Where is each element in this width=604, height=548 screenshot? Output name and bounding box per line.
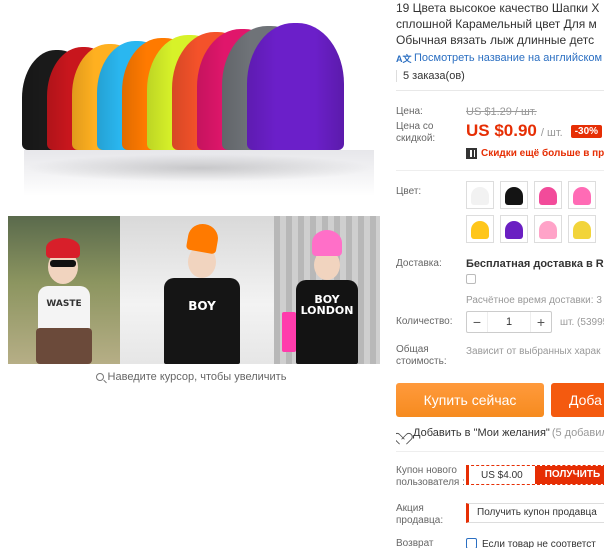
model-photo-2[interactable]: BOY [120, 216, 274, 364]
swatch-hat-image [471, 187, 489, 205]
product-title: 19 Цвета высокое качество Шапки Х сплошн… [396, 0, 604, 48]
swatch-hat-image [573, 221, 591, 239]
more-discounts-text: Скидки ещё больше в при [481, 148, 604, 159]
quantity-row: Количество: − 1 + шт. (53995 [396, 311, 604, 333]
divider [396, 170, 604, 171]
seller-promo-label: Акция продавца: [396, 503, 444, 526]
new-user-coupon-label: Купон нового пользователя : [396, 465, 465, 488]
color-swatch[interactable] [500, 181, 528, 209]
shirt-text: WASTE [46, 299, 82, 309]
pink-bag [282, 312, 296, 352]
delivery-value[interactable]: Бесплатная доставка в Russ [466, 258, 604, 270]
wishlist-label: Добавить в "Мои желания" [413, 427, 550, 439]
model-shirt [164, 278, 240, 364]
translate-label: Посмотреть название на английском [414, 52, 603, 64]
heart-icon [396, 428, 408, 439]
shirt-text: BOY LONDON [300, 293, 354, 317]
get-seller-coupon-button[interactable]: Получить купон продавца [466, 503, 604, 523]
product-gallery: WASTE BOY BOY LONDON Наведите курсор, чт… [0, 0, 382, 548]
swatch-hat-image [471, 221, 489, 239]
discount-price-row: Цена со скидкой: US $0.90/ шт. -30% [396, 121, 603, 145]
new-user-coupon: US $4.00 ПОЛУЧИТЬ [466, 465, 604, 485]
red-beanie [46, 238, 80, 258]
main-product-image[interactable] [14, 6, 374, 196]
magnifier-icon [95, 373, 104, 381]
buy-now-button[interactable]: Купить сейчас [396, 383, 544, 417]
swatch-hat-image [539, 187, 557, 205]
color-swatch[interactable] [466, 215, 494, 243]
swatch-hat-image [505, 221, 523, 239]
delivery-label: Доставка: [396, 258, 442, 269]
color-swatch[interactable] [500, 215, 528, 243]
translate-icon: A文 [396, 54, 412, 64]
color-swatch[interactable] [568, 181, 596, 209]
discount-price-label: Цена со скидкой: [396, 121, 436, 144]
zoom-hint-text: Наведите курсор, чтобы увеличить [107, 371, 287, 383]
wishlist-count: (5 добавили) [551, 427, 604, 439]
more-discounts-link[interactable]: Скидки ещё больше в при [466, 148, 604, 159]
swatch-hat-image [539, 221, 557, 239]
color-swatch[interactable] [466, 181, 494, 209]
add-to-wishlist-link[interactable]: Добавить в "Мои желания" (5 добавили) [396, 427, 604, 439]
stock-count: шт. (53995 [560, 316, 604, 328]
hats-reflection [24, 150, 374, 196]
translate-title-link[interactable]: A文 Посмотреть название на английском [396, 52, 604, 64]
returns-value: Если товар не соответст [482, 539, 596, 548]
seller-promo-row: Акция продавца: Получить купон продавца [396, 503, 604, 527]
color-swatch[interactable] [534, 181, 562, 209]
coupon-amount: US $4.00 [481, 469, 523, 481]
color-label: Цвет: [396, 186, 422, 197]
price-unit: / шт. [540, 127, 563, 139]
color-swatch[interactable] [568, 215, 596, 243]
shield-icon [466, 538, 477, 548]
returns-label: Возврат [396, 538, 434, 548]
model-photo-1[interactable]: WASTE [8, 216, 120, 364]
product-title-line: 19 Цвета высокое качество Шапки Х [396, 1, 600, 15]
shirt-text: BOY [188, 299, 216, 313]
qr-code-icon [466, 148, 477, 159]
orange-beanie [185, 221, 221, 255]
quantity-label: Количество: [396, 316, 453, 327]
divider [396, 451, 604, 452]
total-value: Зависит от выбранных харак [466, 346, 601, 357]
price-row: Цена: US $1.29 / шт. [396, 106, 537, 118]
returns-row: Возврат Если товар не соответст [396, 538, 596, 548]
product-title-line: Обычная вязать лыж длинные детс [396, 33, 595, 47]
beanie-hat-image [247, 23, 344, 150]
current-price: US $0.90 [466, 121, 537, 140]
product-info-panel: 19 Цвета высокое качество Шапки Х сплошн… [396, 0, 604, 548]
swatch-hat-image [505, 187, 523, 205]
model-photos: WASTE BOY BOY LONDON [8, 216, 380, 364]
price-label: Цена: [396, 106, 423, 117]
total-label: Общая стоимость: [396, 344, 447, 367]
delivery-row: Доставка: Бесплатная доставка в Russ Рас… [396, 258, 604, 306]
pink-beanie [312, 230, 342, 256]
quantity-increase-button[interactable]: + [531, 312, 551, 332]
product-title-line: сплошной Карамельный цвет Для м [396, 17, 597, 31]
color-swatch[interactable] [534, 215, 562, 243]
new-user-coupon-row: Купон нового пользователя : US $4.00 ПОЛ… [396, 465, 604, 489]
color-row: Цвет: [396, 186, 466, 198]
quantity-input[interactable]: 1 [487, 312, 531, 332]
delivery-dropdown-toggle[interactable] [466, 274, 476, 284]
discount-badge: -30% [570, 125, 603, 138]
get-coupon-button[interactable]: ПОЛУЧИТЬ [534, 466, 604, 484]
old-price: US $1.29 / шт. [466, 106, 537, 118]
zoom-hint: Наведите курсор, чтобы увеличить [0, 371, 382, 383]
model-photo-3[interactable]: BOY LONDON [274, 216, 380, 364]
total-row: Общая стоимость: Зависит от выбранных ха… [396, 344, 600, 368]
color-swatches [466, 181, 596, 243]
divider [396, 90, 604, 91]
orders-count: 5 заказа(ов) [396, 70, 604, 82]
model-skirt [36, 328, 92, 364]
delivery-time: Расчётное время доставки: 3 [466, 295, 602, 306]
swatch-hat-image [573, 187, 591, 205]
quantity-stepper[interactable]: − 1 + [466, 311, 552, 333]
add-to-cart-button[interactable]: Доба [551, 383, 604, 417]
sunglasses [50, 260, 76, 267]
quantity-decrease-button[interactable]: − [467, 312, 487, 332]
